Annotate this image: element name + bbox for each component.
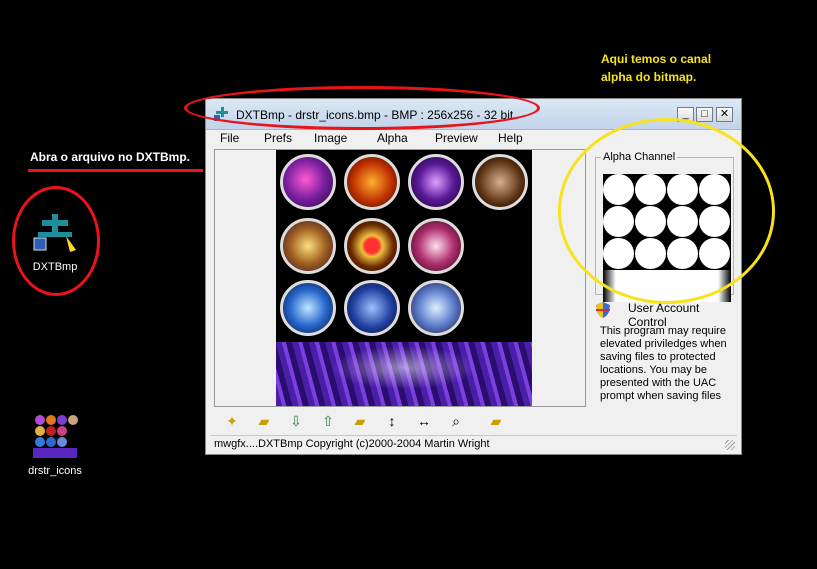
- annotation-red-ellipse-title: [184, 86, 540, 130]
- orb-icon-9: [344, 280, 400, 336]
- uac-message: This program may require elevated privil…: [600, 325, 727, 402]
- annotation-alpha-note: Aqui temos o canal alpha do bitmap.: [601, 50, 711, 86]
- open-folder-alt-icon[interactable]: ▰: [486, 411, 506, 431]
- orb-icon-8: [280, 280, 336, 336]
- menu-help[interactable]: Help: [498, 131, 523, 145]
- desktop-icon-drstr-icons[interactable]: drstr_icons: [20, 412, 90, 477]
- dxtbmp-app-icon: [33, 214, 76, 252]
- annotation-alpha-line1: Aqui temos o canal: [601, 52, 712, 66]
- menu-image[interactable]: Image: [314, 131, 347, 145]
- open-alpha-icon[interactable]: ▰: [350, 411, 370, 431]
- bitmap-preview[interactable]: [276, 150, 532, 406]
- orb-icon-2: [344, 154, 400, 210]
- status-bar: mwgfx....DXTBmp Copyright (c)2000-2004 M…: [210, 435, 737, 452]
- orb-icon-5: [280, 218, 336, 274]
- zoom-icon[interactable]: ⌕: [446, 411, 466, 431]
- annotation-open-file: Abra o arquivo no DXTBmp.: [30, 150, 191, 164]
- orb-icon-3: [408, 154, 464, 210]
- star-icon[interactable]: ✦: [222, 411, 242, 431]
- orb-icon-1: [280, 154, 336, 210]
- annotation-underline: [28, 169, 203, 172]
- close-button[interactable]: ✕: [716, 107, 733, 122]
- menu-prefs[interactable]: Prefs: [264, 131, 292, 145]
- menu-file[interactable]: File: [220, 131, 239, 145]
- desktop-icon-dxtbmp[interactable]: DXTBmp: [20, 210, 90, 273]
- flip-vertical-icon[interactable]: ↕: [382, 411, 402, 431]
- menu-alpha[interactable]: Alpha: [377, 131, 408, 145]
- uac-shield-icon: [596, 302, 610, 318]
- maximize-button[interactable]: □: [696, 107, 713, 122]
- flip-horizontal-icon[interactable]: ↔: [414, 411, 434, 431]
- orb-icon-10: [408, 280, 464, 336]
- annotation-alpha-line2: alpha do bitmap.: [601, 70, 697, 84]
- orb-icon-7: [408, 218, 464, 274]
- import-icon[interactable]: ⇩: [286, 411, 306, 431]
- resize-grip[interactable]: [725, 440, 735, 450]
- export-icon[interactable]: ⇧: [318, 411, 338, 431]
- texture-strip: [276, 342, 532, 406]
- desktop-icon-label: drstr_icons: [28, 465, 82, 477]
- image-thumbnail-icon: [33, 414, 78, 458]
- desktop-icon-label: DXTBmp: [32, 261, 78, 273]
- annotation-yellow-ellipse: [558, 118, 775, 304]
- image-view-panel: [214, 149, 586, 407]
- status-text: mwgfx....DXTBmp Copyright (c)2000-2004 M…: [214, 438, 490, 450]
- open-folder-icon[interactable]: ▰: [254, 411, 274, 431]
- toolbar: ✦ ▰ ⇩ ⇧ ▰ ↕ ↔ ⌕ ▰: [214, 411, 514, 433]
- menu-preview[interactable]: Preview: [435, 131, 478, 145]
- orb-icon-4: [472, 154, 528, 210]
- orb-icon-6: [344, 218, 400, 274]
